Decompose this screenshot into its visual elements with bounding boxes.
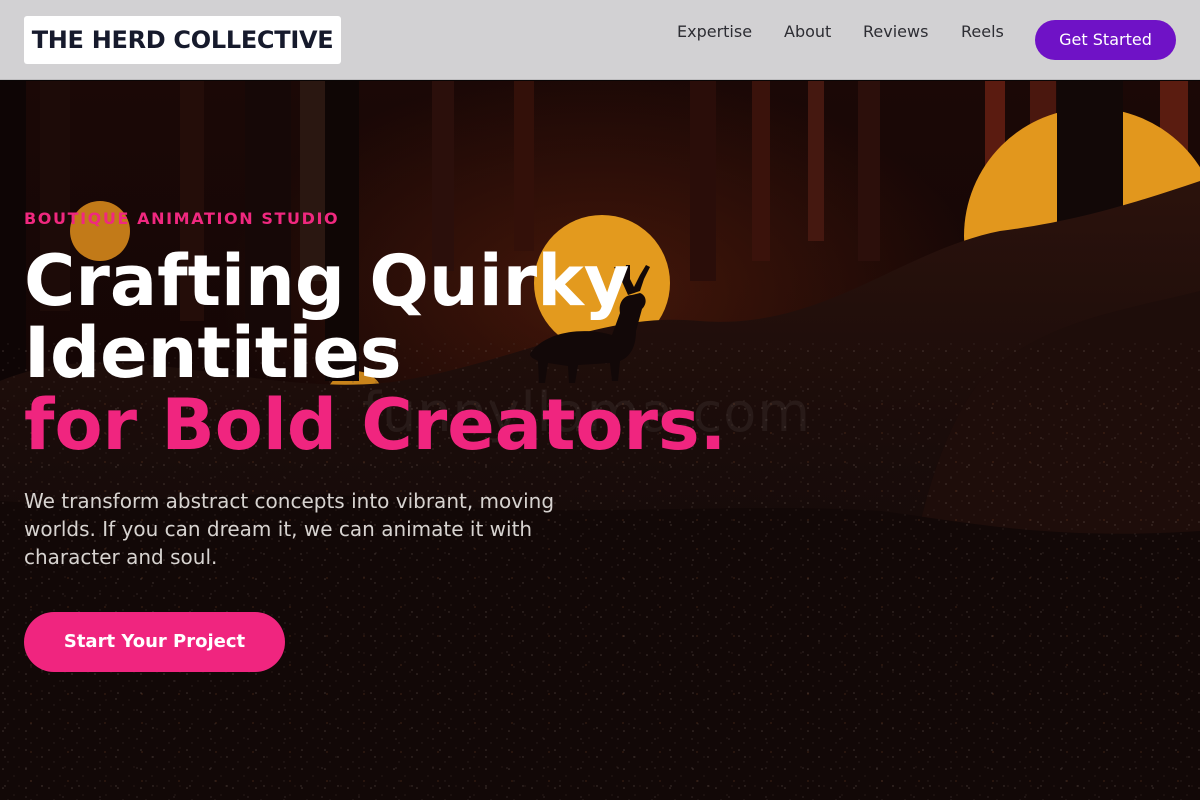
nav-links: Expertise About Reviews Reels	[0, 21, 1200, 45]
nav-link-reviews[interactable]: Reviews	[863, 21, 928, 43]
get-started-button[interactable]: Get Started	[1035, 20, 1176, 60]
hero-headline: Crafting Quirky Identities for Bold Crea…	[24, 245, 924, 461]
headline-line-1: Crafting Quirky	[24, 240, 630, 322]
nav-link-about[interactable]: About	[784, 21, 831, 43]
hero-eyebrow: BOUTIQUE ANIMATION STUDIO	[24, 209, 340, 228]
nav-link-reels[interactable]: Reels	[961, 21, 1004, 43]
start-project-button[interactable]: Start Your Project	[24, 612, 285, 672]
hero-description: We transform abstract concepts into vibr…	[24, 489, 555, 569]
headline-accent: for Bold Creators.	[24, 384, 727, 466]
top-navigation: THE HERD COLLECTIVE Expertise About Revi…	[0, 0, 1200, 80]
hero-section: funnyllama.com BOUTIQUE ANIMATION STUDIO…	[0, 81, 1200, 800]
headline-line-2: Identities	[24, 312, 402, 394]
nav-link-expertise[interactable]: Expertise	[677, 21, 752, 43]
